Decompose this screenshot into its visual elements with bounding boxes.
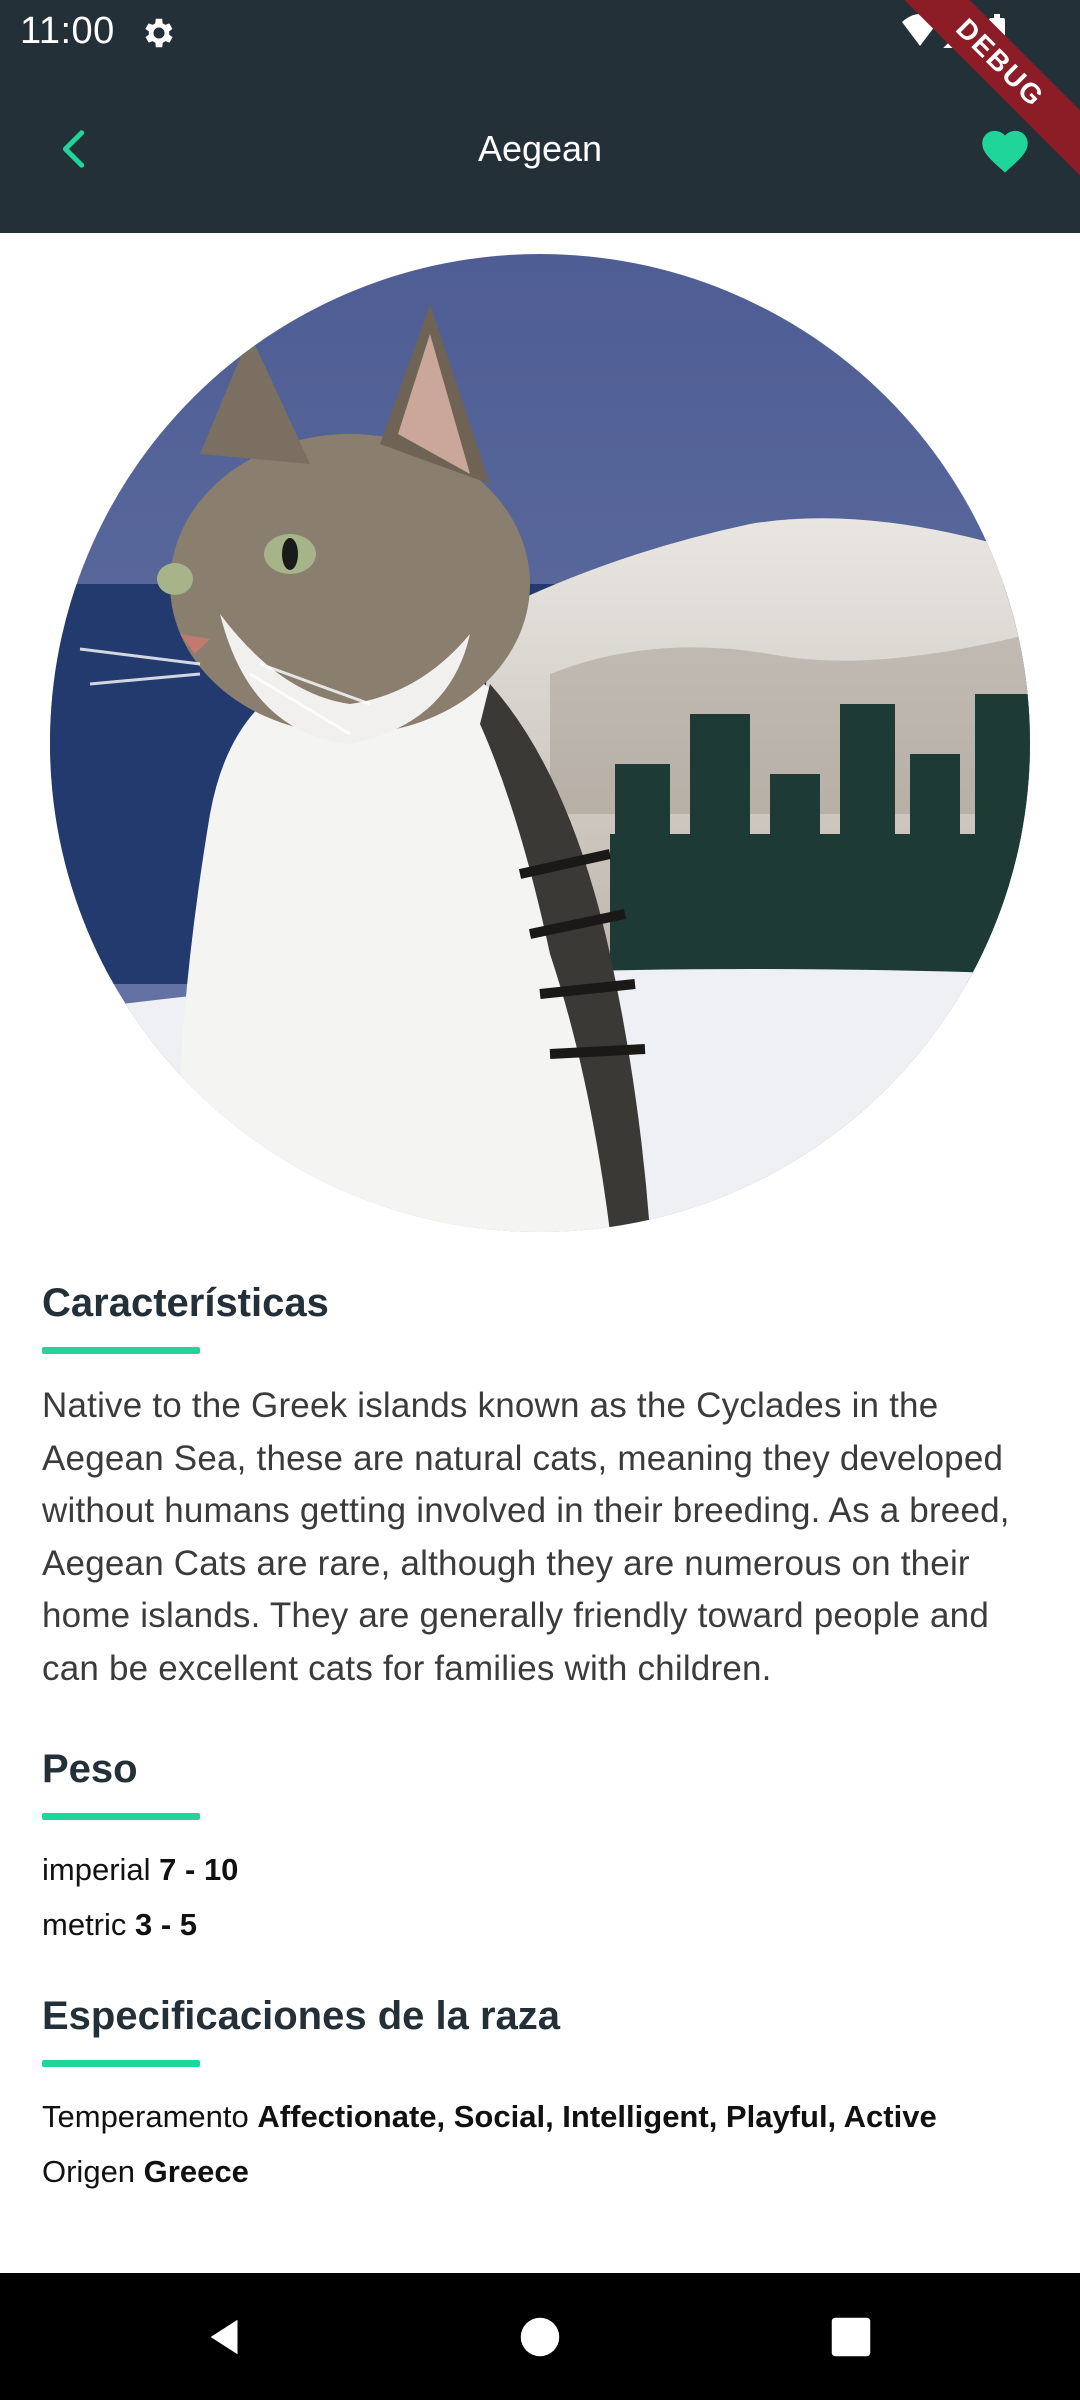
gear-icon xyxy=(140,14,178,52)
weight-metric-row: metric 3 - 5 xyxy=(42,1897,1042,1952)
weight-list: imperial 7 - 10 metric 3 - 5 xyxy=(42,1842,1042,1952)
nav-back-icon xyxy=(210,2319,238,2355)
chevron-left-icon xyxy=(62,130,85,168)
weight-metric-label: metric xyxy=(42,1907,127,1942)
weight-imperial-row: imperial 7 - 10 xyxy=(42,1842,1042,1897)
weight-imperial-label: imperial xyxy=(42,1852,151,1887)
temperament-value: Affectionate, Social, Intelligent, Playf… xyxy=(257,2099,937,2134)
temperament-row: Temperamento Affectionate, Social, Intel… xyxy=(42,2089,1042,2144)
nav-recents-icon xyxy=(831,2317,871,2357)
characteristics-heading: Características xyxy=(42,1281,329,1325)
section-underline xyxy=(42,2060,200,2067)
back-button[interactable] xyxy=(40,114,110,184)
nav-home-icon xyxy=(520,2317,560,2357)
details-content: Características Native to the Greek isla… xyxy=(42,1275,1042,2199)
cat-photo xyxy=(50,254,1030,1232)
nav-back-button[interactable] xyxy=(190,2301,262,2373)
weight-heading: Peso xyxy=(42,1747,138,1791)
breed-specs-list: Temperamento Affectionate, Social, Intel… xyxy=(42,2089,1042,2199)
breed-specs-heading: Especificaciones de la raza xyxy=(42,1994,561,2038)
origin-row: Origen Greece xyxy=(42,2144,1042,2199)
temperament-label: Temperamento xyxy=(42,2099,249,2134)
top-bar: 11:00 Aegean DEBUG xyxy=(0,0,1080,233)
heart-icon xyxy=(982,130,1028,173)
section-underline xyxy=(42,1813,200,1820)
nav-recents-button[interactable] xyxy=(815,2301,887,2373)
origin-value: Greece xyxy=(143,2154,249,2189)
nav-home-button[interactable] xyxy=(504,2301,576,2373)
weight-metric-value: 3 - 5 xyxy=(135,1907,198,1942)
status-time: 11:00 xyxy=(20,10,115,52)
origin-label: Origen xyxy=(42,2154,136,2189)
system-nav-bar xyxy=(0,2273,1080,2400)
breed-description: Native to the Greek islands known as the… xyxy=(42,1386,1010,1688)
weight-imperial-value: 7 - 10 xyxy=(159,1852,239,1887)
screen: 11:00 Aegean DEBUG Características Nativ… xyxy=(0,0,1080,2400)
section-underline xyxy=(42,1347,200,1354)
app-bar: Aegean xyxy=(0,64,1080,233)
page-title: Aegean xyxy=(477,128,603,169)
